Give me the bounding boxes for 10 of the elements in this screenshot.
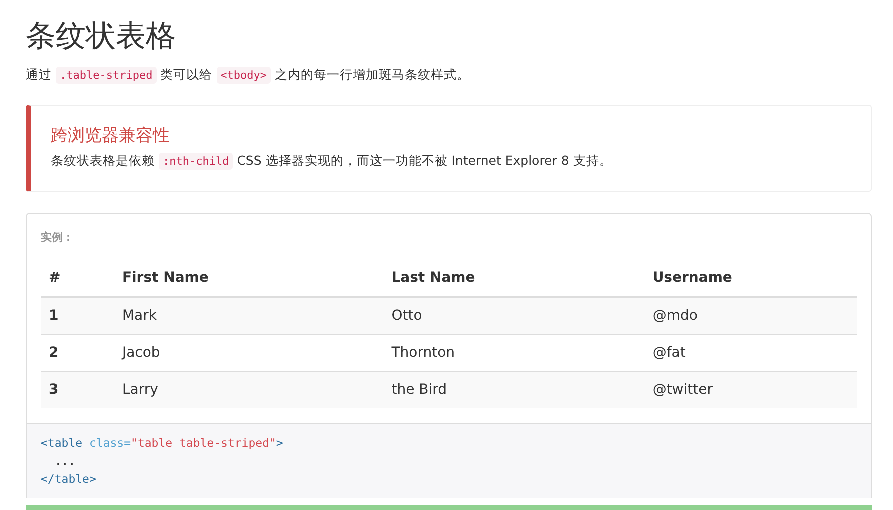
table-cell: Larry — [114, 372, 384, 408]
callout-title: 跨浏览器兼容性 — [51, 125, 171, 148]
table-cell: the Bird — [384, 372, 645, 408]
table-cell: 3 — [41, 372, 114, 408]
example-label: 实例： — [41, 230, 75, 246]
callout-text: 条纹状表格是依赖 :nth-child CSS 选择器实现的，而这一功能不被 Internet Explorer 8 支持。 — [51, 152, 614, 171]
intro-paragraph: 通过 .table-striped 类可以给 <tbody> 之内的每一行增加斑马条纹样式。 — [26, 66, 471, 85]
code-block: <table class="table table-striped"> ... </table> — [26, 424, 872, 498]
page-title: 条纹状表格 — [26, 18, 177, 56]
table-cell: @twitter — [644, 372, 857, 408]
